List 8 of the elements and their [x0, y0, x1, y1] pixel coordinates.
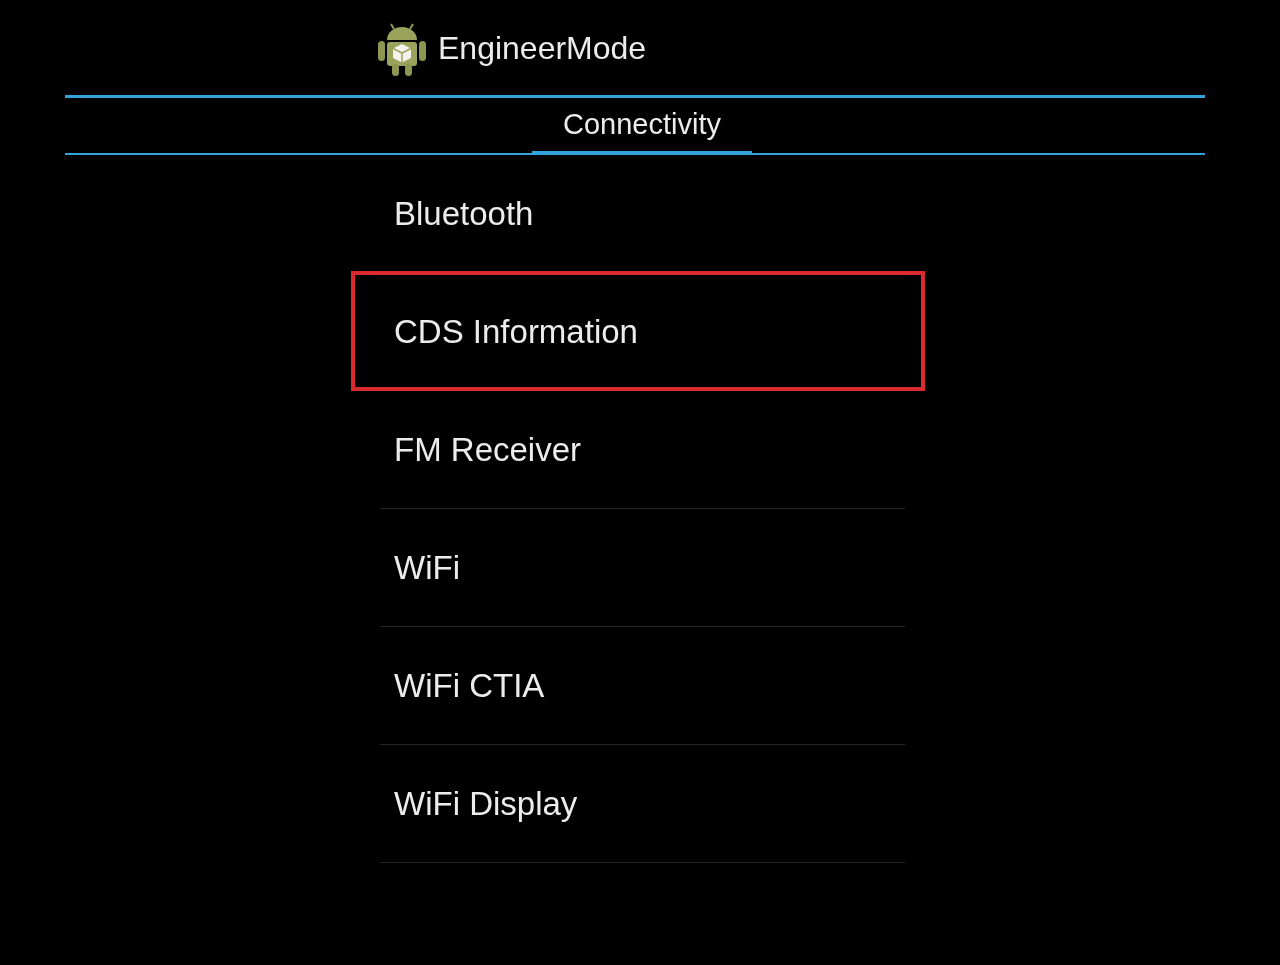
list-item[interactable]: CDS Information — [380, 273, 905, 391]
tab[interactable]: Connectivity — [532, 98, 752, 155]
list-item[interactable]: WiFi — [380, 509, 905, 627]
list-item[interactable]: WiFi CTIA — [380, 627, 905, 745]
app-title: EngineerMode — [438, 31, 647, 64]
list-item[interactable]: Bluetooth — [380, 155, 905, 273]
list-item[interactable]: WiFi Display — [380, 745, 905, 863]
list-item[interactable]: FM Receiver — [380, 391, 905, 509]
